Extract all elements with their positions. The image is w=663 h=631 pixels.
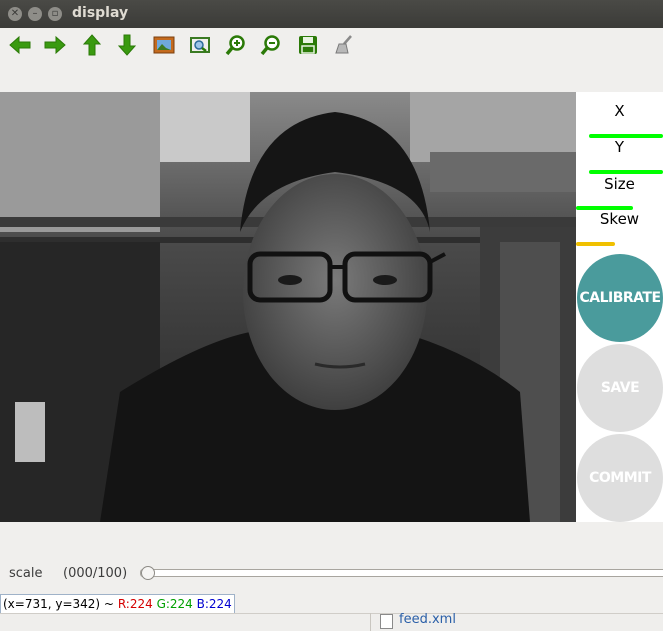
file-name[interactable]: feed.xml [399,612,456,627]
calibrate-button[interactable]: CALIBRATE [577,254,663,342]
zoom-fit-icon[interactable] [187,32,213,58]
zoom-out-icon[interactable] [258,32,284,58]
file-icon [380,614,393,629]
status-bar: (x=731, y=342) ~ R:224 G:224 B:224 [0,593,663,614]
zoom-in-icon[interactable] [223,32,249,58]
window-title: display [72,5,129,21]
arrow-right-icon[interactable] [42,32,68,58]
trackbar-handle[interactable] [141,566,155,580]
y-label: Y [614,138,625,156]
calibration-panel: X Y Size Skew CALIBRATE SAVE COMMIT [576,92,663,522]
webcam-frame [0,92,576,522]
minimize-window-button[interactable]: – [28,7,42,21]
skew-level-bar [576,242,615,246]
pixel-info: (x=731, y=342) ~ R:224 G:224 B:224 [0,594,235,614]
arrow-up-icon[interactable] [79,32,105,58]
y-level-bar [589,170,663,174]
x-label: X [614,102,625,120]
commit-button[interactable]: COMMIT [577,434,663,522]
close-window-button[interactable]: ✕ [8,7,22,21]
size-label: Size [604,175,635,193]
toolbar [0,28,663,92]
scale-trackbar: scale (000/100) [0,560,663,590]
title-bar: ✕ – ▫ display [0,0,663,28]
save-button[interactable]: SAVE [577,344,663,432]
arrow-down-icon[interactable] [114,32,140,58]
clear-icon[interactable] [331,32,357,58]
save-icon[interactable] [295,32,321,58]
trackbar-groove[interactable] [140,569,663,577]
divider [370,613,371,631]
trackbar-value: (000/100) [63,566,128,581]
background-window-strip: feed.xml [0,612,663,631]
red-value: R:224 [117,597,153,611]
blue-value: B:224 [196,597,232,611]
trackbar-label: scale [9,566,43,581]
skew-label: Skew [599,210,640,228]
maximize-window-button[interactable]: ▫ [48,7,62,21]
green-value: G:224 [156,597,193,611]
arrow-left-icon[interactable] [7,32,33,58]
cursor-coords: (x=731, y=342) ~ [3,597,114,611]
image-icon[interactable] [151,32,177,58]
image-view[interactable]: X Y Size Skew CALIBRATE SAVE COMMIT [0,92,663,522]
